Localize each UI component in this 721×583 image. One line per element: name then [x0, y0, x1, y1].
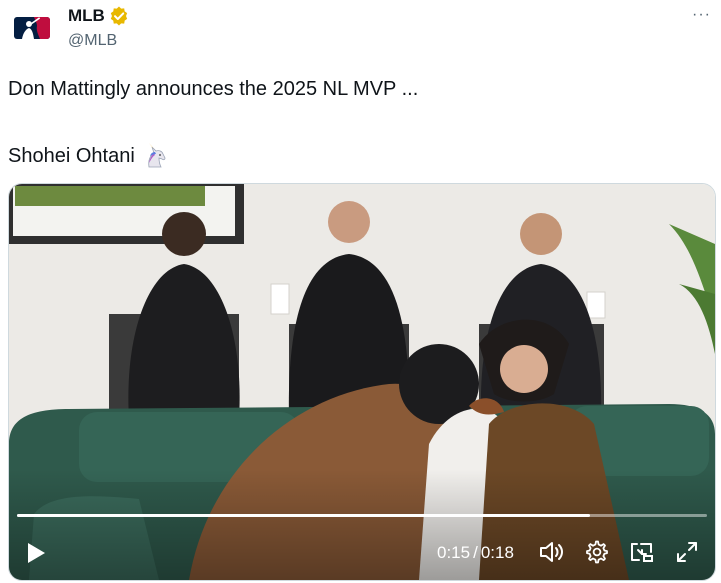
play-icon[interactable] — [25, 541, 47, 565]
video-progress-fill — [17, 514, 590, 517]
volume-icon[interactable] — [539, 540, 565, 564]
unicorn-icon — [148, 143, 166, 168]
tweet-text-line-2: Shohei Ohtani — [8, 143, 169, 169]
author-display-name[interactable]: MLB — [68, 6, 105, 26]
settings-gear-icon[interactable] — [585, 540, 609, 564]
current-time: 0:15 — [437, 543, 471, 562]
video-frame — [9, 184, 715, 580]
mlb-logo[interactable] — [14, 17, 50, 39]
duration: 0:18 — [480, 543, 514, 562]
author-name-row[interactable]: MLB — [68, 6, 129, 26]
more-options-icon[interactable]: ··· — [692, 6, 716, 26]
tweet-text-line-1: Don Mattingly announces the 2025 NL MVP … — [8, 78, 419, 100]
video-timestamp: 0:15 / 0:18 — [437, 543, 514, 563]
verified-badge-icon — [110, 6, 127, 26]
video-player[interactable]: 0:15 / 0:18 — [8, 183, 716, 581]
tweet-text-line-2-label: Shohei Ohtani — [8, 144, 135, 167]
video-progress-bar[interactable] — [17, 514, 707, 517]
fullscreen-icon[interactable] — [675, 540, 699, 564]
time-separator: / — [473, 543, 478, 562]
author-handle[interactable]: @MLB — [68, 32, 117, 50]
picture-in-picture-icon[interactable] — [629, 540, 655, 564]
